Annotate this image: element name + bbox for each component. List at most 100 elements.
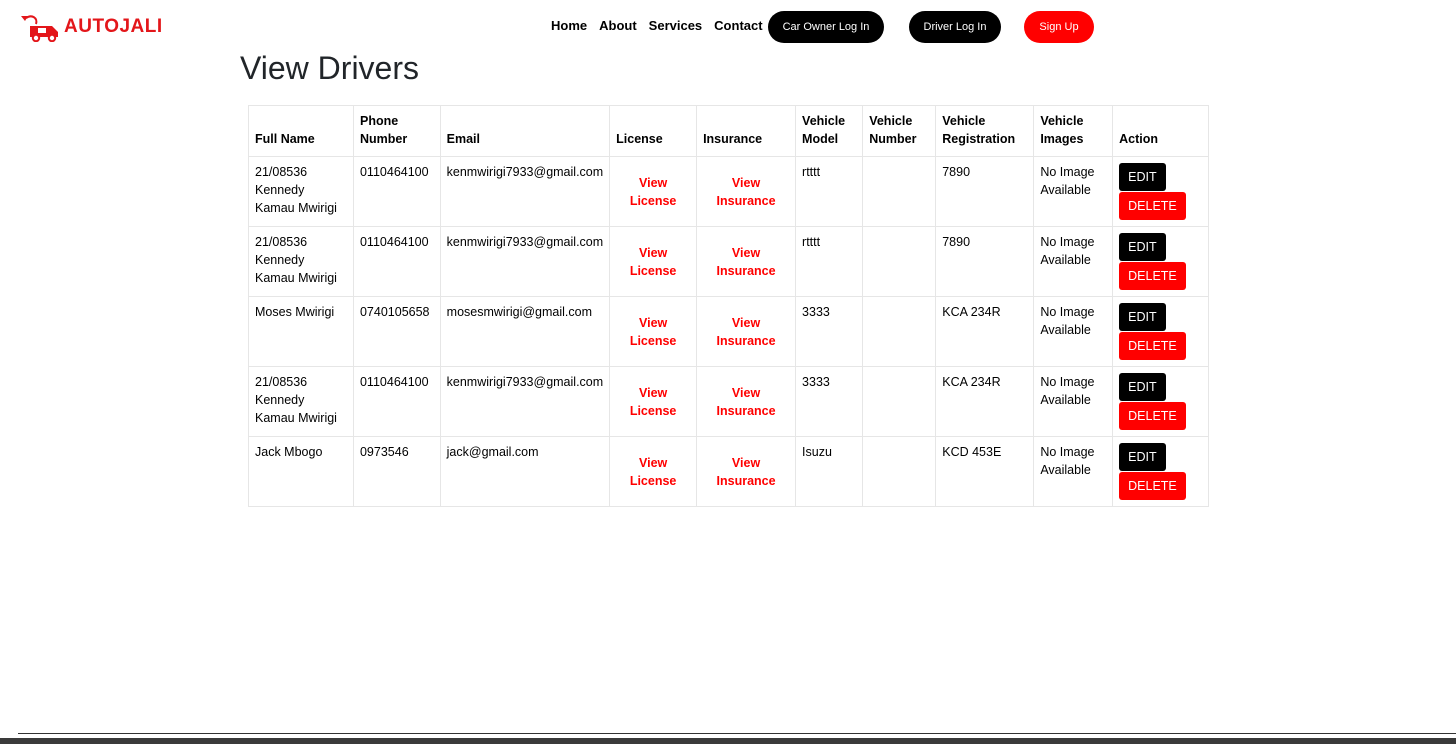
cell-phone: 0110464100 xyxy=(352,226,441,297)
delete-button[interactable]: DELETE xyxy=(1119,332,1186,360)
column-header-email: Email xyxy=(439,105,611,157)
cell-vehicle-images: No Image Available xyxy=(1033,296,1114,367)
table-row: 21/08536 Kennedy Kamau Mwirigi 011046410… xyxy=(248,366,1209,437)
cell-phone: 0740105658 xyxy=(352,296,441,367)
edit-button[interactable]: EDIT xyxy=(1119,373,1166,401)
cell-full-name: 21/08536 Kennedy Kamau Mwirigi xyxy=(248,226,354,297)
cell-action: EDIT DELETE xyxy=(1112,156,1209,227)
view-license-link[interactable]: View License xyxy=(616,454,690,490)
cell-vehicle-model: rtttt xyxy=(795,226,864,297)
cell-full-name: Moses Mwirigi xyxy=(248,296,354,367)
cell-email: jack@gmail.com xyxy=(439,436,611,507)
cell-vehicle-registration: KCA 234R xyxy=(935,296,1035,367)
logo-text: AUTOJALI xyxy=(64,16,163,37)
nav-home[interactable]: Home xyxy=(551,18,587,33)
cell-vehicle-number xyxy=(862,156,937,227)
cell-phone: 0110464100 xyxy=(352,156,441,227)
view-insurance-link[interactable]: View Insurance xyxy=(703,454,789,490)
sign-up-button[interactable]: Sign Up xyxy=(1024,11,1094,43)
column-header-phone-number: Phone Number xyxy=(352,105,441,157)
tow-truck-icon xyxy=(21,15,58,42)
page: AUTOJALI Home About Services Contact Car… xyxy=(0,0,1456,744)
driver-login-button[interactable]: Driver Log In xyxy=(909,11,1001,43)
cell-vehicle-images: No Image Available xyxy=(1033,156,1114,227)
logo[interactable]: AUTOJALI xyxy=(18,12,163,42)
cell-vehicle-number xyxy=(862,436,937,507)
view-insurance-link[interactable]: View Insurance xyxy=(703,314,789,350)
edit-button[interactable]: EDIT xyxy=(1119,233,1166,261)
nav-services[interactable]: Services xyxy=(649,18,703,33)
column-header-full-name: Full Name xyxy=(248,105,354,157)
cell-email: kenmwirigi7933@gmail.com xyxy=(439,226,611,297)
delete-button[interactable]: DELETE xyxy=(1119,262,1186,290)
column-header-vehicle-images: Vehicle Images xyxy=(1033,105,1114,157)
cell-vehicle-model: 3333 xyxy=(795,296,864,367)
table-header-row: Full Name Phone Number Email License Ins… xyxy=(248,105,1209,157)
footer-bar xyxy=(0,738,1456,744)
cell-vehicle-registration: KCD 453E xyxy=(935,436,1035,507)
view-license-link[interactable]: View License xyxy=(616,244,690,280)
cell-insurance: View Insurance xyxy=(696,296,797,367)
cell-vehicle-number xyxy=(862,296,937,367)
cell-email: kenmwirigi7933@gmail.com xyxy=(439,156,611,227)
view-license-link[interactable]: View License xyxy=(616,314,690,350)
delete-button[interactable]: DELETE xyxy=(1119,472,1186,500)
column-header-vehicle-number: Vehicle Number xyxy=(862,105,937,157)
table-row: Jack Mbogo 0973546 jack@gmail.com View L… xyxy=(248,436,1209,507)
view-insurance-link[interactable]: View Insurance xyxy=(703,244,789,280)
drivers-table: Full Name Phone Number Email License Ins… xyxy=(248,105,1209,507)
cell-vehicle-registration: 7890 xyxy=(935,226,1035,297)
cell-insurance: View Insurance xyxy=(696,226,797,297)
cell-license: View License xyxy=(609,366,698,437)
cell-vehicle-images: No Image Available xyxy=(1033,436,1114,507)
edit-button[interactable]: EDIT xyxy=(1119,443,1166,471)
column-header-insurance: Insurance xyxy=(696,105,797,157)
view-insurance-link[interactable]: View Insurance xyxy=(703,174,789,210)
edit-button[interactable]: EDIT xyxy=(1119,303,1166,331)
cell-insurance: View Insurance xyxy=(696,436,797,507)
nav-about[interactable]: About xyxy=(599,18,637,33)
view-license-link[interactable]: View License xyxy=(616,384,690,420)
cell-full-name: 21/08536 Kennedy Kamau Mwirigi xyxy=(248,366,354,437)
cell-license: View License xyxy=(609,226,698,297)
cell-action: EDIT DELETE xyxy=(1112,296,1209,367)
table-row: 21/08536 Kennedy Kamau Mwirigi 011046410… xyxy=(248,156,1209,227)
cell-full-name: Jack Mbogo xyxy=(248,436,354,507)
cell-email: kenmwirigi7933@gmail.com xyxy=(439,366,611,437)
cell-vehicle-model: rtttt xyxy=(795,156,864,227)
view-license-link[interactable]: View License xyxy=(616,174,690,210)
cell-full-name: 21/08536 Kennedy Kamau Mwirigi xyxy=(248,156,354,227)
cell-action: EDIT DELETE xyxy=(1112,226,1209,297)
cell-vehicle-registration: KCA 234R xyxy=(935,366,1035,437)
nav-contact[interactable]: Contact xyxy=(714,18,762,33)
cell-phone: 0110464100 xyxy=(352,366,441,437)
footer-divider xyxy=(18,733,1456,734)
cell-action: EDIT DELETE xyxy=(1112,366,1209,437)
cell-insurance: View Insurance xyxy=(696,156,797,227)
delete-button[interactable]: DELETE xyxy=(1119,402,1186,430)
car-owner-login-button[interactable]: Car Owner Log In xyxy=(768,11,884,43)
cell-vehicle-number xyxy=(862,366,937,437)
cell-vehicle-model: Isuzu xyxy=(795,436,864,507)
cell-vehicle-number xyxy=(862,226,937,297)
cell-vehicle-model: 3333 xyxy=(795,366,864,437)
cell-vehicle-images: No Image Available xyxy=(1033,366,1114,437)
cell-license: View License xyxy=(609,156,698,227)
edit-button[interactable]: EDIT xyxy=(1119,163,1166,191)
view-insurance-link[interactable]: View Insurance xyxy=(703,384,789,420)
cell-insurance: View Insurance xyxy=(696,366,797,437)
column-header-license: License xyxy=(609,105,698,157)
cell-phone: 0973546 xyxy=(352,436,441,507)
cell-vehicle-registration: 7890 xyxy=(935,156,1035,227)
table-row: Moses Mwirigi 0740105658 mosesmwirigi@gm… xyxy=(248,296,1209,367)
delete-button[interactable]: DELETE xyxy=(1119,192,1186,220)
cell-license: View License xyxy=(609,296,698,367)
main-nav: Home About Services Contact xyxy=(551,18,763,33)
cell-license: View License xyxy=(609,436,698,507)
cell-vehicle-images: No Image Available xyxy=(1033,226,1114,297)
table-row: 21/08536 Kennedy Kamau Mwirigi 011046410… xyxy=(248,226,1209,297)
cell-action: EDIT DELETE xyxy=(1112,436,1209,507)
page-title: View Drivers xyxy=(240,50,419,86)
column-header-vehicle-model: Vehicle Model xyxy=(795,105,864,157)
cell-email: mosesmwirigi@gmail.com xyxy=(439,296,611,367)
